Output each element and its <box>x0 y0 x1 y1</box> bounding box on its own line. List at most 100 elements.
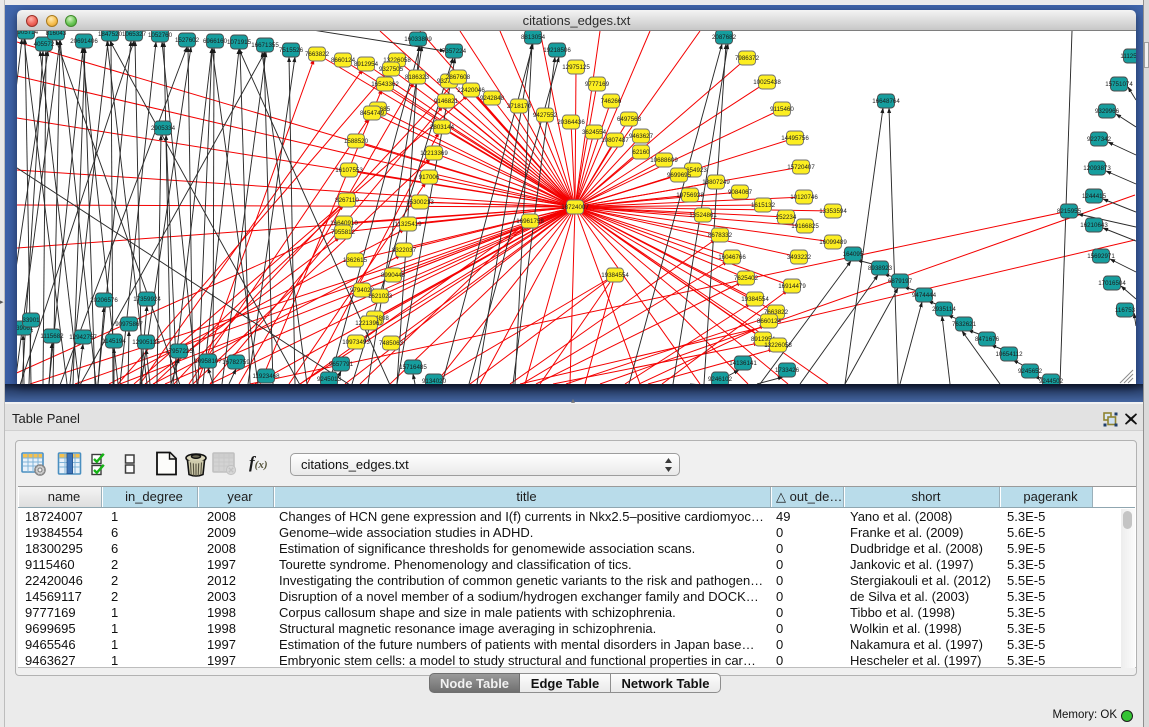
svg-text:8322037: 8322037 <box>392 247 417 254</box>
svg-text:7357224: 7357224 <box>442 48 467 55</box>
svg-text:9245013: 9245013 <box>317 376 342 383</box>
svg-text:15716485: 15716485 <box>399 364 427 371</box>
svg-text:7485063: 7485063 <box>379 340 404 347</box>
svg-text:12213369: 12213369 <box>420 150 448 157</box>
svg-text:2718170: 2718170 <box>507 103 532 110</box>
svg-text:16210643: 16210643 <box>1080 222 1108 229</box>
svg-text:1733426: 1733426 <box>775 367 800 374</box>
svg-text:14495756: 14495756 <box>781 135 809 142</box>
svg-text:1244415: 1244415 <box>1082 193 1107 200</box>
svg-text:16046766: 16046766 <box>718 254 746 261</box>
svg-text:1588520: 1588520 <box>344 138 369 145</box>
svg-text:10756928: 10756928 <box>676 192 704 199</box>
svg-text:22420046: 22420046 <box>457 87 485 94</box>
svg-text:9246102: 9246102 <box>708 376 733 383</box>
svg-text:2905714: 2905714 <box>17 31 39 36</box>
svg-text:164095: 164095 <box>843 251 864 258</box>
svg-text:15751074: 15751074 <box>1105 81 1133 88</box>
svg-text:17957225: 17957225 <box>165 348 193 355</box>
svg-text:15300213: 15300213 <box>406 199 434 206</box>
svg-text:11325419: 11325419 <box>394 221 422 228</box>
svg-text:2867608: 2867608 <box>446 74 471 81</box>
svg-text:19384554: 19384554 <box>601 272 629 279</box>
svg-text:12942757: 12942757 <box>69 334 97 341</box>
svg-text:9657791: 9657791 <box>329 361 354 368</box>
svg-text:9463627: 9463627 <box>629 133 654 140</box>
svg-text:7515526: 7515526 <box>279 47 304 54</box>
svg-text:1112504: 1112504 <box>1120 53 1136 60</box>
svg-text:252234: 252234 <box>776 214 797 221</box>
svg-text:33901: 33901 <box>22 317 40 324</box>
svg-text:62160: 62160 <box>632 149 650 156</box>
svg-text:16782759: 16782759 <box>222 359 250 366</box>
svg-text:20364436: 20364436 <box>557 119 585 126</box>
svg-text:9146821: 9146821 <box>434 98 459 105</box>
svg-text:8938923: 8938923 <box>868 265 893 272</box>
svg-text:9699695: 9699695 <box>667 172 692 179</box>
svg-text:9227342: 9227342 <box>1087 136 1112 143</box>
svg-text:6966160: 6966160 <box>203 38 228 45</box>
svg-text:20691406: 20691406 <box>70 38 98 45</box>
svg-text:17359924: 17359924 <box>133 296 161 303</box>
svg-text:18724007: 18724007 <box>561 204 589 211</box>
svg-text:15720407: 15720407 <box>787 164 815 171</box>
svg-text:90975867: 90975867 <box>115 321 143 328</box>
svg-text:18807249: 18807249 <box>702 179 730 186</box>
svg-text:10654112: 10654112 <box>995 351 1023 358</box>
svg-text:10973493: 10973493 <box>342 339 370 346</box>
svg-text:8660124: 8660124 <box>331 57 356 64</box>
svg-text:3624554: 3624554 <box>582 129 607 136</box>
svg-text:10688609: 10688609 <box>650 157 678 164</box>
svg-text:16671355: 16671355 <box>251 42 279 49</box>
svg-text:11923468: 11923468 <box>252 373 280 380</box>
svg-text:12093873: 12093873 <box>1083 165 1111 172</box>
svg-text:2087682: 2087682 <box>712 34 737 41</box>
svg-text:8813054: 8813054 <box>521 34 546 41</box>
svg-text:9245652: 9245652 <box>1018 368 1043 375</box>
svg-text:13226058: 13226058 <box>764 342 792 349</box>
svg-text:1115682: 1115682 <box>40 333 64 340</box>
svg-text:9474444: 9474444 <box>912 292 937 299</box>
svg-text:1615132: 1615132 <box>751 202 776 209</box>
svg-text:8215955: 8215955 <box>1057 208 1082 215</box>
svg-text:16914479: 16914479 <box>778 283 806 290</box>
svg-text:7663822: 7663822 <box>305 51 330 58</box>
svg-text:10958107: 10958107 <box>194 358 222 365</box>
svg-text:19384554: 19384554 <box>741 296 769 303</box>
svg-text:816043: 816043 <box>46 31 67 37</box>
svg-text:9084067: 9084067 <box>728 189 753 196</box>
svg-text:16961758: 16961758 <box>516 218 544 225</box>
svg-text:9242848: 9242848 <box>480 95 505 102</box>
svg-text:8990448: 8990448 <box>381 272 406 279</box>
svg-text:8912954: 8912954 <box>354 61 379 68</box>
svg-text:16648764: 16648764 <box>872 98 900 105</box>
svg-text:405572: 405572 <box>34 41 55 48</box>
svg-text:1065327: 1065327 <box>122 31 147 38</box>
svg-text:1052760: 1052760 <box>148 32 173 39</box>
svg-text:13353594: 13353594 <box>819 208 847 215</box>
svg-text:8678332: 8678332 <box>708 232 733 239</box>
svg-text:9777169: 9777169 <box>585 81 610 88</box>
svg-text:9115460: 9115460 <box>770 106 794 113</box>
svg-text:14136141: 14136141 <box>729 360 757 367</box>
svg-text:19218506: 19218506 <box>543 47 571 54</box>
svg-text:9244502: 9244502 <box>1039 378 1064 384</box>
svg-text:8186323: 8186323 <box>405 74 430 81</box>
svg-text:2935114: 2935114 <box>932 306 956 313</box>
svg-text:16543362: 16543362 <box>371 81 399 88</box>
svg-text:1527602: 1527602 <box>175 37 200 44</box>
svg-text:12975125: 12975125 <box>562 64 590 71</box>
svg-text:16099489: 16099489 <box>819 239 847 246</box>
svg-text:9134020: 9134020 <box>422 378 447 384</box>
svg-text:10120746: 10120746 <box>790 194 818 201</box>
svg-text:19166825: 19166825 <box>791 223 819 230</box>
svg-text:8660124: 8660124 <box>757 318 782 325</box>
svg-text:12213967: 12213967 <box>355 320 383 327</box>
svg-text:16107553: 16107553 <box>335 167 363 174</box>
svg-text:2905334: 2905334 <box>151 125 176 132</box>
svg-text:1071915: 1071915 <box>227 39 252 46</box>
svg-text:7632621: 7632621 <box>952 321 977 328</box>
svg-text:8454749: 8454749 <box>360 110 385 117</box>
svg-text:2803144: 2803144 <box>430 124 455 131</box>
svg-text:15692971: 15692971 <box>1087 253 1115 260</box>
